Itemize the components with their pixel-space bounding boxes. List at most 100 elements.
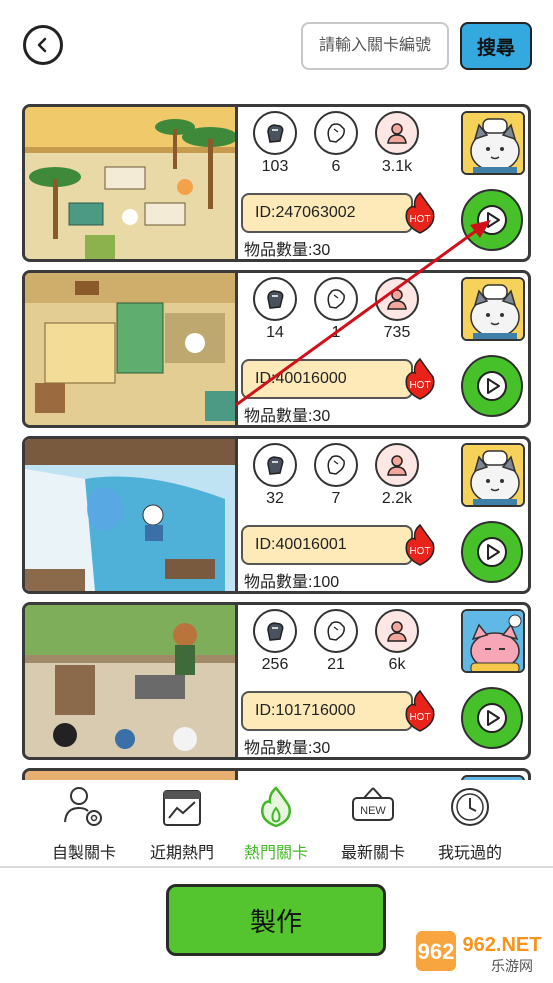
- creator-avatar[interactable]: [461, 775, 525, 780]
- chart-calendar-icon: [163, 790, 201, 826]
- creator-avatar[interactable]: [461, 443, 525, 507]
- tab-played[interactable]: 我玩過的: [420, 782, 520, 863]
- hot-label: HOT: [409, 712, 430, 723]
- watermark-sub: 乐游网: [491, 958, 533, 974]
- person-icon: [375, 443, 419, 487]
- item-count-label: 物品數量:30: [244, 740, 331, 757]
- likes-count: 256: [261, 656, 289, 673]
- level-list[interactable]: 103 6 3.1k ID:247063002 HOT 物品數量:30 14 1…: [0, 104, 553, 780]
- tab-label: 最新關卡: [340, 845, 405, 862]
- clock-icon: [451, 788, 489, 826]
- fist-icon: [253, 609, 297, 653]
- level-id-label: ID:40016000: [241, 359, 413, 399]
- play-icon: [477, 537, 507, 567]
- level-thumbnail-snow[interactable]: [25, 439, 238, 591]
- play-button[interactable]: [461, 687, 523, 749]
- item-count-label: 物品數量:100: [244, 574, 340, 591]
- hot-badge: HOT: [403, 689, 437, 733]
- dislikes-count: 7: [331, 490, 341, 507]
- level-id-search-input[interactable]: [301, 22, 449, 70]
- watermark-logo: 962 962.NET 乐游网: [412, 925, 550, 980]
- make-level-button[interactable]: 製作: [166, 884, 386, 956]
- svg-text:962: 962: [418, 939, 455, 964]
- level-card[interactable]: 14 1 735 ID:40016000 HOT 物品數量:30: [22, 270, 531, 428]
- level-card[interactable]: 256 21 6k ID:101716000 HOT 物品數量:30: [22, 602, 531, 760]
- hot-badge: HOT: [403, 191, 437, 235]
- hand-icon: [314, 443, 358, 487]
- new-sign-icon: NEW: [352, 787, 394, 821]
- item-count-label: 物品數量:30: [244, 408, 331, 425]
- person-icon: [375, 609, 419, 653]
- dislikes-count: 6: [331, 158, 341, 175]
- players-stat: 2.2k: [367, 443, 427, 508]
- hot-label: HOT: [409, 214, 430, 225]
- play-icon: [477, 703, 507, 733]
- likes-stat: 14: [245, 277, 305, 342]
- level-card[interactable]: 32 7 2.2k ID:40016001 HOT 物品數量:100: [22, 436, 531, 594]
- level-id-label: ID:247063002: [241, 193, 413, 233]
- level-thumbnail-village[interactable]: [25, 605, 238, 757]
- level-card[interactable]: [22, 768, 531, 780]
- players-stat: 3.1k: [367, 111, 427, 176]
- tab-label: 自製關卡: [51, 845, 116, 862]
- likes-stat: 32: [245, 443, 305, 508]
- fist-icon: [253, 443, 297, 487]
- back-button[interactable]: [23, 25, 63, 65]
- players-count: 2.2k: [381, 490, 413, 507]
- dislikes-count: 21: [327, 656, 345, 673]
- likes-count: 32: [266, 490, 284, 507]
- creator-avatar[interactable]: [461, 609, 525, 673]
- tab-recent-hot[interactable]: 近期熱門: [132, 782, 232, 863]
- person-icon: [375, 277, 419, 321]
- level-thumbnail-market[interactable]: [25, 273, 238, 425]
- dislikes-stat: 6: [306, 111, 366, 176]
- level-thumbnail-partial[interactable]: [25, 771, 238, 780]
- fist-icon: [253, 277, 297, 321]
- likes-stat: 256: [245, 609, 305, 674]
- dislikes-stat: 21: [306, 609, 366, 674]
- likes-count: 103: [261, 158, 289, 175]
- play-button[interactable]: [461, 189, 523, 251]
- fist-icon: [253, 111, 297, 155]
- players-count: 735: [383, 324, 411, 341]
- hot-label: HOT: [409, 380, 430, 391]
- user-gear-icon: [64, 787, 102, 826]
- dislikes-stat: 7: [306, 443, 366, 508]
- hot-label: HOT: [409, 546, 430, 557]
- dislikes-stat: 1: [306, 277, 366, 342]
- watermark-brand: 962.NET: [463, 934, 542, 956]
- search-button[interactable]: 搜尋: [460, 22, 532, 70]
- tab-hot-levels[interactable]: 熱門關卡: [226, 782, 326, 863]
- play-icon: [477, 371, 507, 401]
- item-count-label: 物品數量:30: [244, 242, 331, 259]
- hand-icon: [314, 609, 358, 653]
- likes-stat: 103: [245, 111, 305, 176]
- level-thumbnail-desert[interactable]: [25, 107, 238, 259]
- players-count: 6k: [388, 656, 406, 673]
- play-button[interactable]: [461, 355, 523, 417]
- tab-label: 熱門關卡: [243, 845, 308, 862]
- chevron-left-icon: [37, 37, 47, 53]
- bottom-tab-bar: 自製關卡 近期熱門 熱門關卡 NEW 最新關卡 我玩過的: [0, 782, 553, 868]
- hand-icon: [314, 111, 358, 155]
- players-stat: 6k: [367, 609, 427, 674]
- flame-icon: [261, 786, 291, 828]
- hot-badge: HOT: [403, 357, 437, 401]
- tab-label: 我玩過的: [437, 845, 502, 862]
- hot-badge: HOT: [403, 523, 437, 567]
- hand-icon: [314, 277, 358, 321]
- creator-avatar[interactable]: [461, 111, 525, 175]
- level-card[interactable]: 103 6 3.1k ID:247063002 HOT 物品數量:30: [22, 104, 531, 262]
- tab-custom-levels[interactable]: 自製關卡: [34, 782, 134, 863]
- level-id-label: ID:40016001: [241, 525, 413, 565]
- dislikes-count: 1: [331, 324, 341, 341]
- tab-newest-levels[interactable]: NEW 最新關卡: [323, 782, 423, 863]
- level-id-label: ID:101716000: [241, 691, 413, 731]
- tab-label: 近期熱門: [149, 845, 214, 862]
- screen: 搜尋: [0, 0, 553, 983]
- players-stat: 735: [367, 277, 427, 342]
- svg-text:NEW: NEW: [360, 805, 386, 817]
- play-button[interactable]: [461, 521, 523, 583]
- play-icon: [477, 205, 507, 235]
- creator-avatar[interactable]: [461, 277, 525, 341]
